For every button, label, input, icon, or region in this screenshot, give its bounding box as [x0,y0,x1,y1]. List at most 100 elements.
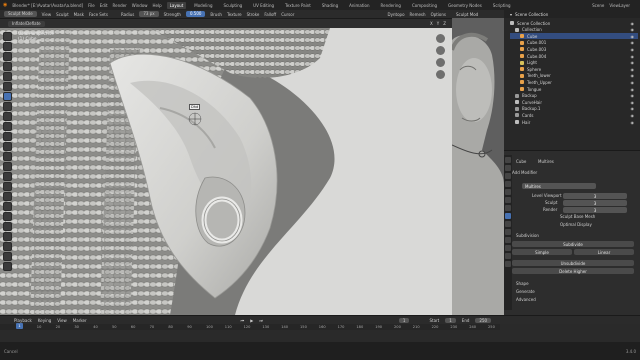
sculpt-canvas[interactable] [0,28,452,315]
draw-brush-icon[interactable] [3,32,12,41]
outliner-item[interactable]: Tongue ◉ [510,86,638,92]
tab-geometry-nodes[interactable]: Geometry Nodes [445,2,485,9]
output-tab-icon[interactable] [505,173,511,179]
jump-start-icon[interactable]: ⏮ [241,318,245,323]
radius-field[interactable]: 73 px [139,11,159,17]
level-viewport-field[interactable]: 3 [563,193,627,199]
tab-shading[interactable]: Shading [319,2,341,9]
menu-file[interactable]: File [88,3,95,8]
perspective-toggle-icon[interactable] [436,70,445,79]
tab-rendering[interactable]: Rendering [378,2,404,9]
visibility-eye-icon[interactable]: ◉ [631,47,635,52]
multiplane-scrape-brush-icon[interactable] [3,162,12,171]
flatten-brush-icon[interactable] [3,132,12,141]
tab-compositing[interactable]: Compositing [409,2,440,9]
linear-button[interactable]: Linear [574,249,634,255]
texture-tab-icon[interactable] [505,261,511,267]
visibility-eye-icon[interactable]: ◉ [631,40,635,45]
brush-dropdown[interactable]: Brush [210,12,222,17]
clay-strips-brush-icon[interactable] [3,62,12,71]
thumb-brush-icon[interactable] [3,212,12,221]
box-mask-icon[interactable] [3,262,12,271]
visibility-eye-icon[interactable]: ◉ [631,113,635,118]
outliner-item[interactable]: Cube ◉ [510,33,638,40]
subdivision-section[interactable]: Subdivision [516,233,539,238]
elastic-deform-brush-icon[interactable] [3,192,12,201]
sculpt-level-field[interactable]: 3 [563,200,627,206]
scrape-brush-icon[interactable] [3,152,12,161]
options-dropdown[interactable]: Options [431,12,452,17]
clay-brush-icon[interactable] [3,52,12,61]
fill-brush-icon[interactable] [3,142,12,151]
outliner-item[interactable]: CurveHair ◉ [510,99,638,105]
menu-render[interactable]: Render [113,3,127,8]
visibility-eye-icon[interactable]: ◉ [631,54,635,59]
mode-selector[interactable]: Sculpt Mode [4,11,37,17]
tool-tab-icon[interactable] [505,157,511,163]
visibility-eye-icon[interactable]: ◉ [631,93,635,98]
tab-modeling[interactable]: Modeling [191,2,215,9]
menu-playback[interactable]: Playback [14,318,32,323]
generate-section[interactable]: Generate [516,289,535,294]
physics-tab-icon[interactable] [505,229,511,235]
outliner-item[interactable]: Teeth_Upper ◉ [510,79,638,85]
scene-tab-icon[interactable] [505,189,511,195]
visibility-eye-icon[interactable]: ◉ [631,80,635,85]
clay-thumb-brush-icon[interactable] [3,72,12,81]
tab-scripting[interactable]: Scripting [490,2,514,9]
reference-viewport[interactable] [452,10,504,315]
visibility-eye-icon[interactable]: ◉ [631,67,635,72]
render-tab-icon[interactable] [505,165,511,171]
outliner-item[interactable]: Teeth_lower ◉ [510,73,638,79]
outliner-filter-icon[interactable]: ▾ [510,12,512,17]
visibility-eye-icon[interactable]: ◉ [631,27,635,32]
outliner-item[interactable]: Cards ◉ [510,112,638,118]
inflate-brush-icon[interactable] [3,92,12,101]
nudge-brush-icon[interactable] [3,232,12,241]
subdivide-button[interactable]: Subdivide [512,241,634,247]
blender-logo-icon[interactable]: ◉ [3,2,7,8]
modifier-name-field[interactable]: Multires [522,183,596,189]
current-frame-field[interactable]: 1 [398,317,410,323]
visibility-eye-icon[interactable]: ◉ [631,87,635,92]
visibility-eye-icon[interactable]: ◉ [631,21,635,26]
symmetry-z-toggle[interactable]: Z [443,21,446,26]
tab-animation[interactable]: Animation [346,2,372,9]
outliner-item[interactable]: Backup ◉ [510,93,638,99]
view-layer-tab-icon[interactable] [505,181,511,187]
stroke-dropdown[interactable]: Stroke [247,12,260,17]
visibility-eye-icon[interactable]: ◉ [631,106,635,111]
tab-uv-editing[interactable]: UV Editing [250,2,277,9]
menu-help[interactable]: Help [153,3,162,8]
sculpt-base-mesh-checkbox[interactable]: Sculpt Base Mesh [560,214,595,219]
3d-viewport[interactable] [0,28,452,315]
add-modifier-dropdown[interactable]: Add Modifier [512,170,537,175]
view-layer-selector[interactable]: ViewLayer [609,3,640,8]
tab-sculpting[interactable]: Sculpting [220,2,245,9]
tab-texture-paint[interactable]: Texture Paint [282,2,314,9]
tab-layout[interactable]: Layout [166,1,187,9]
shape-section[interactable]: Shape [516,281,529,286]
material-tab-icon[interactable] [505,253,511,259]
menu-sculpt[interactable]: Sculpt [56,12,69,17]
end-field[interactable]: 250 [475,317,492,323]
world-tab-icon[interactable] [505,197,511,203]
outliner-item[interactable]: Cube.001 ◉ [510,40,638,46]
menu-view[interactable]: View [42,12,52,17]
snake-hook-brush-icon[interactable] [3,202,12,211]
optimal-display-checkbox[interactable]: Optimal Display [560,222,592,227]
menu-window[interactable]: Window [132,3,148,8]
visibility-eye-icon[interactable]: ◉ [631,120,635,125]
visibility-eye-icon[interactable]: ◉ [631,100,635,105]
particles-tab-icon[interactable] [505,221,511,227]
mask-brush-icon[interactable] [3,252,12,261]
menu-mask[interactable]: Mask [74,12,84,17]
unsubdivide-button[interactable]: Unsubdivide [512,260,634,266]
render-level-field[interactable]: 3 [563,207,627,213]
remesh-dropdown[interactable]: Remesh [410,12,426,17]
visibility-eye-icon[interactable]: ◉ [631,60,635,65]
cursor-dropdown[interactable]: Cursor [281,12,294,17]
outliner-item[interactable]: Cube.004 ◉ [510,53,638,59]
smooth-brush-icon[interactable] [3,122,12,131]
texture-dropdown[interactable]: Texture [227,12,242,17]
